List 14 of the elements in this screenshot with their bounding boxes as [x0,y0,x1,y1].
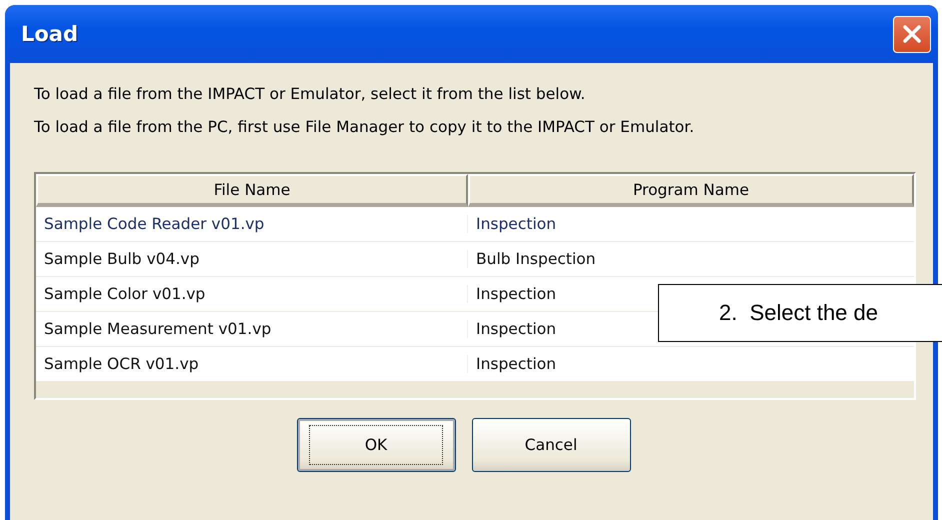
table-cell-text: Bulb Inspection [475,250,597,268]
callout-tooltip: 2. Select the de [658,284,942,342]
table-cell: Sample Color v01.vp [36,285,468,303]
table-cell: Sample Code Reader v01.vp [36,215,468,233]
instruction-text: To load a file from the PC, first use File Manager to copy it to the IMPACT or Emulator. [34,117,696,138]
table-cell: Sample OCR v01.vp [36,355,468,373]
table-cell-text: Inspection [475,320,558,338]
table-cell: Sample Bulb v04.vp [36,250,468,268]
table-cell-text: Inspection [475,285,558,303]
instruction-text: To load a file from the IMPACT or Emulator, select it from the list below. [34,84,586,105]
table-cell-text: Inspection [475,215,558,233]
table-cell-text: Inspection [475,355,558,373]
window-title: Load [21,22,78,46]
table-cell: Sample Measurement v01.vp [36,320,468,338]
